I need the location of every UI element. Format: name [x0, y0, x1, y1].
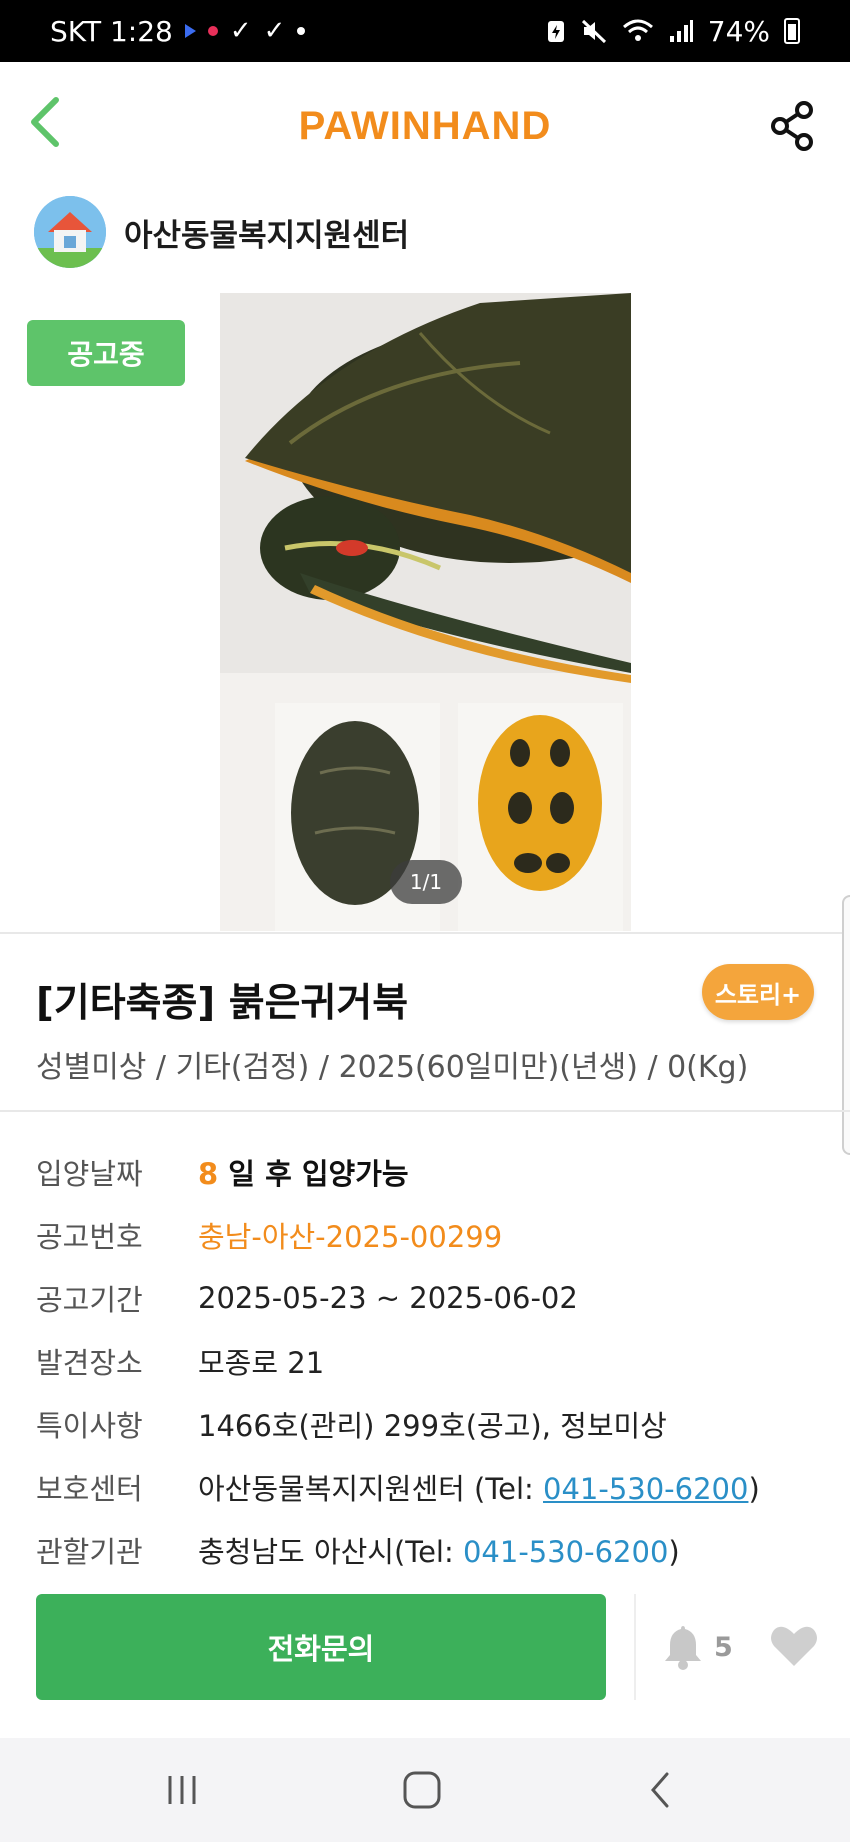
- notice-status-badge: 공고중: [27, 320, 185, 386]
- info-row-period: 공고기간 2025-05-23 ~ 2025-06-02: [36, 1266, 836, 1329]
- center-suffix: ): [748, 1471, 760, 1506]
- brand-logo: PAWINHAND: [298, 103, 552, 148]
- system-back-button[interactable]: [630, 1760, 690, 1820]
- center-prefix: 아산동물복지지원센터 (Tel:: [198, 1471, 544, 1506]
- battery-icon: [784, 18, 800, 44]
- share-icon: [771, 101, 813, 151]
- info-table: 입양날짜 8 일 후 입양가능 공고번호 충남-아산-2025-00299 공고…: [36, 1140, 836, 1581]
- app-bar: PAWINHAND: [0, 62, 850, 190]
- wifi-icon: [622, 19, 653, 41]
- call-inquiry-button[interactable]: 전화문의: [36, 1594, 606, 1700]
- info-row-center: 보호센터 아산동물복지지원센터 (Tel: 041-530-6200): [36, 1455, 836, 1518]
- status-bar: SKT 1:28 ✓ ✓ 74%: [0, 0, 850, 62]
- adoption-text: 일 후 입양가능: [228, 1156, 409, 1191]
- info-label: 발견장소: [36, 1345, 143, 1380]
- recents-icon: [168, 1776, 196, 1804]
- info-row-adoption: 입양날짜 8 일 후 입양가능: [36, 1140, 836, 1203]
- info-label: 공고번호: [36, 1219, 143, 1254]
- animal-summary: 성별미상 / 기타(검정) / 2025(60일미만)(년생) / 0(Kg): [36, 1050, 749, 1085]
- check-icon: ✓: [263, 16, 286, 46]
- special-notes: 1466호(관리) 299호(공고), 정보미상: [198, 1408, 667, 1443]
- more-notifications-icon: [297, 27, 306, 35]
- chevron-left-icon: [31, 97, 59, 147]
- play-icon: [184, 24, 196, 38]
- info-value: 8 일 후 입양가능: [198, 1151, 409, 1193]
- bell-icon: [665, 1626, 701, 1670]
- system-nav-bar: [0, 1738, 850, 1842]
- alarm-button[interactable]: 5: [662, 1620, 733, 1674]
- back-button[interactable]: [14, 92, 74, 152]
- heart-icon: [771, 1626, 817, 1666]
- center-tel-link[interactable]: 041-530-6200: [543, 1472, 748, 1506]
- photo-counter: 1/1: [390, 860, 462, 904]
- shelter-name: 아산동물복지지원센터: [124, 217, 410, 254]
- info-label: 입양날짜: [36, 1156, 143, 1191]
- battery-saver-icon: [547, 21, 564, 42]
- check-icon: ✓: [229, 16, 252, 46]
- status-right: 74%: [546, 15, 800, 48]
- info-label: 특이사항: [36, 1408, 143, 1443]
- recent-apps-button[interactable]: [152, 1760, 212, 1820]
- info-row-agency: 관할기관 충청남도 아산시(Tel: 041-530-6200): [36, 1518, 836, 1581]
- info-label: 공고기간: [36, 1282, 143, 1317]
- status-left: SKT 1:28 ✓ ✓: [50, 14, 306, 48]
- animal-title: [기타축종] 붉은귀거북: [36, 981, 409, 1026]
- notice-period: 2025-05-23 ~ 2025-06-02: [198, 1280, 578, 1315]
- divider: [0, 1110, 850, 1112]
- share-button[interactable]: [766, 98, 822, 154]
- notice-number: 충남-아산-2025-00299: [198, 1219, 503, 1254]
- story-plus-button[interactable]: 스토리+: [702, 964, 814, 1020]
- signal-icon: [669, 20, 693, 42]
- info-row-notice-no: 공고번호 충남-아산-2025-00299: [36, 1203, 836, 1266]
- favorite-button[interactable]: [768, 1620, 820, 1672]
- agency-info: 충청남도 아산시(Tel: 041-530-6200): [198, 1529, 680, 1571]
- adoption-days: 8: [198, 1156, 219, 1191]
- home-button[interactable]: [392, 1760, 452, 1820]
- info-row-special: 특이사항 1466호(관리) 299호(공고), 정보미상: [36, 1392, 836, 1455]
- mute-icon: [581, 19, 606, 44]
- info-row-found-place: 발견장소 모종로 21: [36, 1329, 836, 1392]
- battery-percent: 74%: [707, 14, 770, 48]
- alarm-count: 5: [714, 1631, 733, 1663]
- agency-suffix: ): [668, 1534, 680, 1569]
- divider: [0, 932, 850, 934]
- back-arrow-icon: [651, 1772, 669, 1808]
- carrier-time: SKT 1:28: [50, 14, 173, 48]
- turtle-photo: [220, 293, 631, 931]
- center-info: 아산동물복지지원센터 (Tel: 041-530-6200): [198, 1466, 760, 1508]
- edge-panel-handle[interactable]: [842, 895, 850, 1155]
- agency-tel-link[interactable]: 041-530-6200: [463, 1535, 668, 1569]
- action-divider: [634, 1594, 636, 1700]
- animal-photo[interactable]: [220, 293, 631, 931]
- home-icon: [403, 1771, 441, 1809]
- info-label: 관할기관: [36, 1534, 143, 1569]
- shelter-row[interactable]: 아산동물복지지원센터: [34, 196, 409, 268]
- agency-prefix: 충청남도 아산시(Tel:: [198, 1534, 463, 1569]
- record-dot-icon: [207, 26, 218, 36]
- house-icon: [34, 196, 106, 268]
- shelter-avatar: [34, 196, 106, 268]
- found-place: 모종로 21: [198, 1345, 325, 1380]
- info-label: 보호센터: [36, 1471, 143, 1506]
